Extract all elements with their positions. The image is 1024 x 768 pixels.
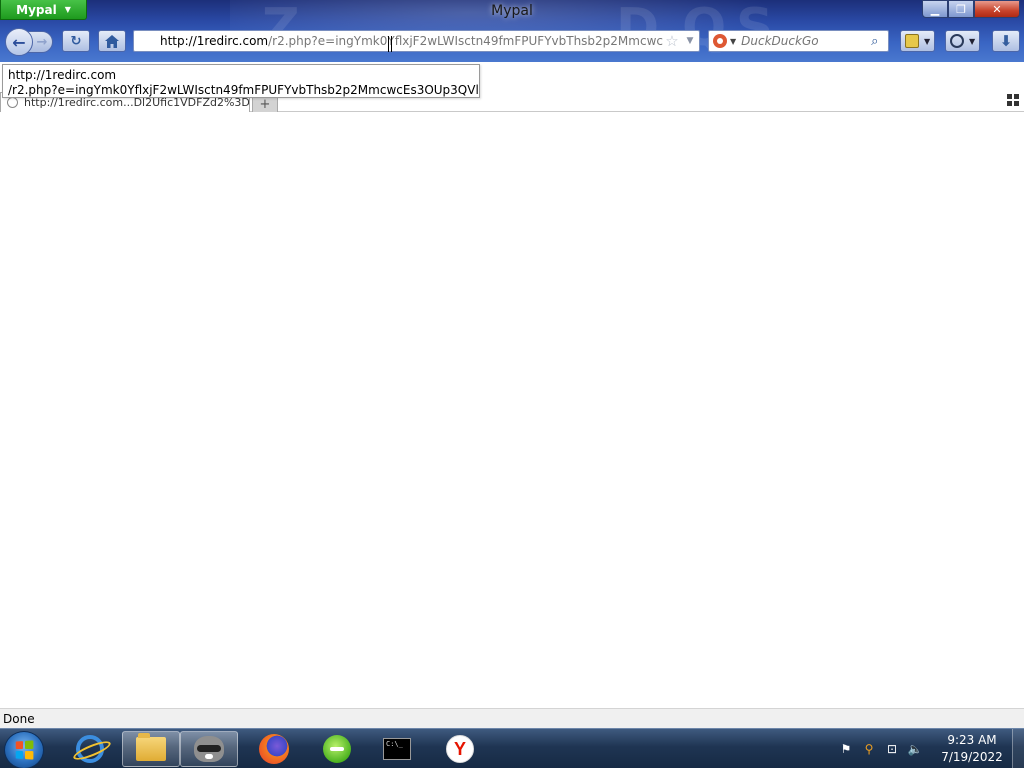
back-arrow-icon: ← xyxy=(12,32,26,52)
taskbar-mypal[interactable] xyxy=(180,731,238,767)
system-tray: ⚑ ⚲ ⊡ 🔈 xyxy=(838,729,923,768)
url-bar[interactable]: http://1redirc.com/r2.php?e=ingYmk0Yflxj… xyxy=(133,30,700,52)
downloads-button[interactable]: ⬇ xyxy=(992,30,1020,52)
page-content xyxy=(0,112,1024,708)
reload-button[interactable]: ↻ xyxy=(62,30,90,52)
windows-logo-icon xyxy=(15,740,34,760)
status-bar: Done xyxy=(0,708,1024,728)
firefox-icon xyxy=(259,734,289,764)
bookmarks-icon xyxy=(905,34,919,48)
action-center-flag-icon[interactable]: ⚑ xyxy=(838,741,854,757)
forward-arrow-icon: → xyxy=(36,34,48,50)
close-button[interactable]: ✕ xyxy=(974,0,1020,18)
home-icon xyxy=(105,34,119,48)
list-all-tabs-icon[interactable] xyxy=(1007,94,1019,106)
clock-date: 7/19/2022 xyxy=(941,750,1003,764)
minimize-button[interactable]: ▁ xyxy=(922,0,948,18)
home-button[interactable] xyxy=(98,30,126,52)
history-button[interactable]: ▼ xyxy=(945,30,981,52)
window-controls: ▁ ❐ ✕ xyxy=(922,0,1020,18)
volume-icon[interactable]: 🔈 xyxy=(907,741,923,757)
taskbar-file-explorer[interactable] xyxy=(122,731,180,767)
globe-icon xyxy=(7,97,18,108)
chevron-down-icon: ▼ xyxy=(924,36,931,46)
search-bar[interactable]: ▼ ⌕ xyxy=(708,30,889,52)
reload-icon: ↻ xyxy=(70,33,82,49)
app-menu-label: Mypal xyxy=(16,2,57,17)
show-desktop-button[interactable] xyxy=(1012,729,1024,768)
url-tooltip: http://1redirc.com /r2.php?e=ingYmk0Yflx… xyxy=(2,64,480,98)
folder-icon xyxy=(136,733,166,761)
internet-explorer-icon xyxy=(76,735,104,763)
clock-time: 9:23 AM xyxy=(947,733,997,747)
window-frame: Z D Q S Mypal ▼ Mypal ▁ ❐ ✕ ← → ↻ http:/… xyxy=(0,0,1024,62)
restore-button[interactable]: ❐ xyxy=(948,0,974,18)
taskbar-command-prompt[interactable] xyxy=(368,731,426,767)
url-path: /r2.php?e=ingYmk0YflxjF2wLWIsctn49fmFPUF… xyxy=(268,34,663,48)
command-prompt-icon xyxy=(383,738,411,760)
url-text[interactable]: http://1redirc.com/r2.php?e=ingYmk0Yflxj… xyxy=(160,34,663,48)
yandex-icon: Y xyxy=(446,735,474,763)
tooltip-line-2: /r2.php?e=ingYmk0YflxjF2wLWIsctn49fmFPUF… xyxy=(8,83,479,97)
close-icon: ✕ xyxy=(992,2,1002,16)
text-cursor-icon xyxy=(388,36,392,52)
network-icon[interactable]: ⊡ xyxy=(884,741,900,757)
app-menu-button[interactable]: Mypal ▼ xyxy=(0,0,87,20)
taskbar: Y ⚑ ⚲ ⊡ 🔈 9:23 AM 7/19/2022 xyxy=(0,728,1024,768)
taskbar-firefox[interactable] xyxy=(245,731,303,767)
magnifier-icon[interactable]: ⌕ xyxy=(871,34,878,49)
green-browser-icon xyxy=(323,735,351,763)
search-engine-caret-icon[interactable]: ▼ xyxy=(730,37,736,46)
start-button[interactable] xyxy=(4,731,44,768)
history-clock-icon xyxy=(950,34,964,48)
chevron-down-icon: ▼ xyxy=(64,5,71,14)
url-dropdown-icon[interactable]: ▼ xyxy=(681,36,699,46)
clock[interactable]: 9:23 AM 7/19/2022 xyxy=(932,732,1012,766)
window-title: Mypal xyxy=(491,3,533,19)
raccoon-icon xyxy=(194,736,224,762)
bookmark-star-icon[interactable]: ☆ xyxy=(663,32,681,50)
search-icon[interactable]: ⚲ xyxy=(861,741,877,757)
chevron-down-icon: ▼ xyxy=(969,36,976,46)
duckduckgo-icon[interactable] xyxy=(713,34,727,48)
navigation-buttons: ← → xyxy=(5,28,53,56)
url-domain: http://1redirc.com xyxy=(160,34,269,48)
taskbar-internet-explorer[interactable] xyxy=(61,731,119,767)
taskbar-green-browser[interactable] xyxy=(308,731,366,767)
search-input[interactable] xyxy=(741,34,870,48)
restore-icon: ❐ xyxy=(956,2,966,16)
status-text: Done xyxy=(3,711,35,726)
taskbar-yandex[interactable]: Y xyxy=(431,731,489,767)
new-tab-button[interactable]: + xyxy=(252,96,278,112)
tooltip-line-1: http://1redirc.com xyxy=(8,68,117,82)
back-button[interactable]: ← xyxy=(5,28,33,56)
download-arrow-icon: ⬇ xyxy=(999,32,1013,50)
minimize-icon: ▁ xyxy=(930,2,940,16)
bookmarks-button[interactable]: ▼ xyxy=(900,30,936,52)
